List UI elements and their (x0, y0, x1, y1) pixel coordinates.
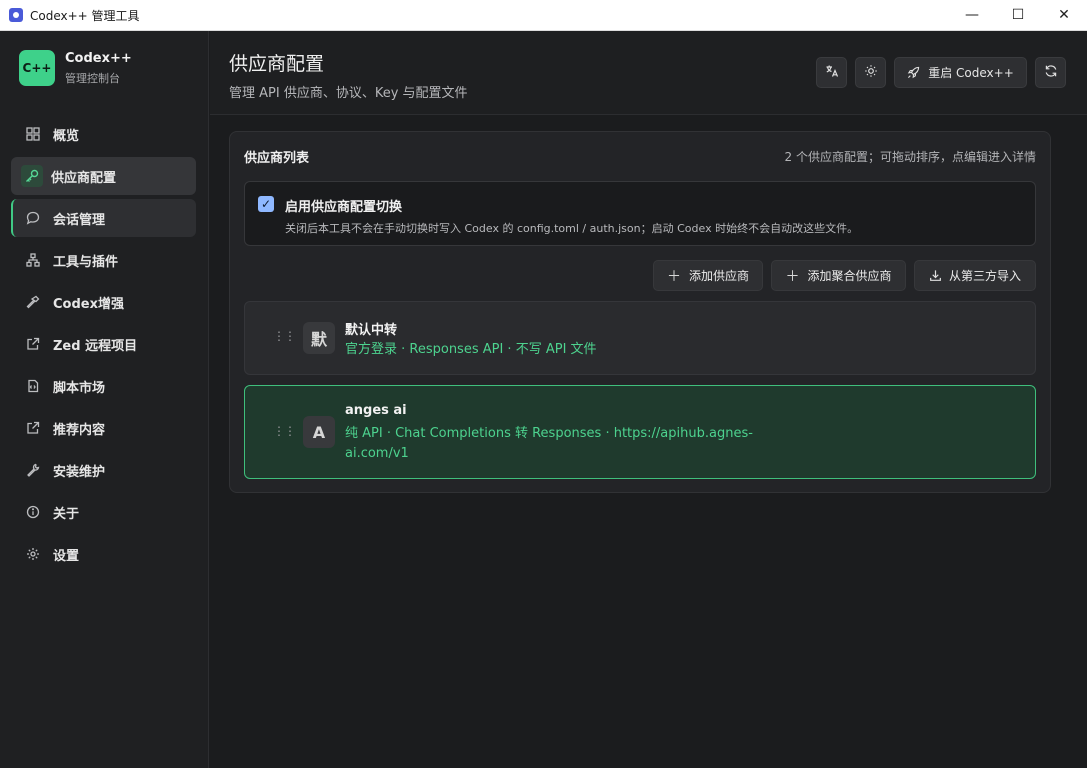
provider-description: 纯 API · Chat Completions 转 Responses · h… (345, 424, 753, 464)
page-header: 供应商配置 管理 API 供应商、协议、Key 与配置文件 重启 Codex++ (210, 31, 1087, 115)
drag-handle-icon[interactable]: ⋮⋮ (273, 329, 296, 343)
minimize-icon: — (965, 7, 979, 23)
download-icon (929, 269, 942, 282)
sidebar: C++ Codex++ 管理控制台 概览 供应商配置 会话管理 工具与插件 Co… (0, 31, 209, 768)
page-subtitle: 管理 API 供应商、协议、Key 与配置文件 (229, 86, 468, 101)
provider-name: anges ai (345, 403, 407, 418)
window-controls: — ☐ ✕ (949, 0, 1087, 30)
refresh-button[interactable] (1035, 57, 1066, 88)
sidebar-item-label: Codex增强 (53, 296, 124, 312)
add-provider-button[interactable]: ＋ 添加供应商 (653, 260, 763, 291)
maximize-icon: ☐ (1011, 7, 1025, 23)
external-link-icon (23, 334, 43, 354)
script-icon (23, 376, 43, 396)
sidebar-item-providers[interactable]: 供应商配置 (11, 157, 196, 195)
brand-text: Codex++ 管理控制台 (65, 51, 132, 86)
sidebar-item-about[interactable]: 关于 (11, 493, 196, 531)
sidebar-item-label: 工具与插件 (53, 254, 119, 270)
brand-logo: C++ (19, 50, 55, 86)
sidebar-item-label: 安装维护 (53, 464, 106, 480)
window-titlebar: Codex++ 管理工具 — ☐ ✕ (0, 0, 1087, 31)
hammer-icon (23, 292, 43, 312)
refresh-icon (1044, 64, 1058, 81)
page-title: 供应商配置 (229, 53, 325, 75)
sidebar-item-label: 脚本市场 (53, 380, 106, 396)
sidebar-item-tools[interactable]: 工具与插件 (11, 241, 196, 279)
card-title: 供应商列表 (244, 151, 310, 166)
brand-name: Codex++ (65, 50, 132, 66)
external-link-icon (23, 418, 43, 438)
provider-item-default[interactable]: ⋮⋮ 默 默认中转 官方登录 · Responses API · 不写 API … (244, 301, 1036, 375)
info-icon (23, 502, 43, 522)
restart-label: 重启 Codex++ (928, 66, 1014, 80)
sidebar-item-label: 概览 (53, 128, 80, 144)
provider-avatar: 默 (303, 322, 335, 354)
sidebar-item-script-market[interactable]: 脚本市场 (11, 367, 196, 405)
import-label: 从第三方导入 (948, 269, 1021, 283)
check-icon: ✓ (260, 197, 272, 211)
provider-list-card: 供应商列表 2 个供应商配置；可拖动排序，点编辑进入详情 ✓ 启用供应商配置切换… (229, 131, 1051, 493)
drag-handle-icon[interactable]: ⋮⋮ (273, 424, 296, 438)
maximize-button[interactable]: ☐ (995, 0, 1041, 30)
brand: C++ Codex++ 管理控制台 (19, 50, 132, 86)
close-icon: ✕ (1058, 7, 1070, 23)
toggle-label: 启用供应商配置切换 (285, 200, 403, 215)
translate-button[interactable] (816, 57, 847, 88)
brand-subtitle: 管理控制台 (65, 71, 120, 85)
sidebar-item-zed-remote[interactable]: Zed 远程项目 (11, 325, 196, 363)
sidebar-item-sessions[interactable]: 会话管理 (11, 199, 196, 237)
sidebar-item-install[interactable]: 安装维护 (11, 451, 196, 489)
sun-icon (864, 64, 878, 81)
sidebar-item-label: 会话管理 (53, 212, 106, 228)
main-content: 供应商配置 管理 API 供应商、协议、Key 与配置文件 重启 Codex++… (210, 31, 1087, 768)
plus-icon: ＋ (666, 268, 681, 285)
restart-codex-button[interactable]: 重启 Codex++ (894, 57, 1027, 88)
chat-icon (23, 208, 43, 228)
sidebar-item-recommended[interactable]: 推荐内容 (11, 409, 196, 447)
wrench-icon (23, 460, 43, 480)
nodes-icon (23, 250, 43, 270)
sidebar-item-codex-enhance[interactable]: Codex增强 (11, 283, 196, 321)
sidebar-item-label: Zed 远程项目 (53, 338, 138, 354)
key-icon (21, 165, 43, 187)
rocket-icon (907, 66, 920, 79)
provider-item-anges-ai[interactable]: ⋮⋮ A anges ai 纯 API · Chat Completions 转… (244, 385, 1036, 479)
provider-avatar: A (303, 416, 335, 448)
provider-switch-toggle: ✓ 启用供应商配置切换 关闭后本工具不会在手动切换时写入 Codex 的 con… (244, 181, 1036, 246)
add-aggregate-provider-button[interactable]: ＋ 添加聚合供应商 (771, 260, 906, 291)
provider-switch-checkbox[interactable]: ✓ (258, 196, 274, 212)
minimize-button[interactable]: — (949, 0, 995, 30)
toggle-description: 关闭后本工具不会在手动切换时写入 Codex 的 config.toml / a… (285, 222, 859, 235)
import-third-party-button[interactable]: 从第三方导入 (914, 260, 1036, 291)
add-aggregate-label: 添加聚合供应商 (807, 269, 892, 283)
sidebar-nav: 概览 供应商配置 会话管理 工具与插件 Codex增强 Zed 远程项目 脚本市… (11, 115, 196, 577)
translate-icon (825, 64, 839, 81)
grid-icon (23, 124, 43, 144)
add-provider-label: 添加供应商 (688, 269, 749, 283)
sidebar-item-label: 推荐内容 (53, 422, 106, 438)
close-button[interactable]: ✕ (1041, 0, 1087, 30)
sidebar-item-settings[interactable]: 设置 (11, 535, 196, 573)
sidebar-item-label: 供应商配置 (51, 170, 117, 186)
sidebar-item-label: 设置 (53, 548, 80, 564)
card-hint: 2 个供应商配置；可拖动排序，点编辑进入详情 (784, 150, 1036, 164)
app-icon (9, 8, 23, 22)
theme-toggle-button[interactable] (855, 57, 886, 88)
sidebar-item-label: 关于 (53, 506, 80, 522)
provider-description: 官方登录 · Responses API · 不写 API 文件 (345, 342, 597, 357)
sidebar-item-overview[interactable]: 概览 (11, 115, 196, 153)
provider-name: 默认中转 (345, 323, 398, 338)
provider-description-line: ai.com/v1 (345, 446, 409, 461)
window-title: Codex++ 管理工具 (30, 8, 140, 23)
gear-icon (23, 544, 43, 564)
provider-description-line: 纯 API · Chat Completions 转 Responses · h… (345, 426, 753, 441)
plus-icon: ＋ (785, 268, 800, 285)
